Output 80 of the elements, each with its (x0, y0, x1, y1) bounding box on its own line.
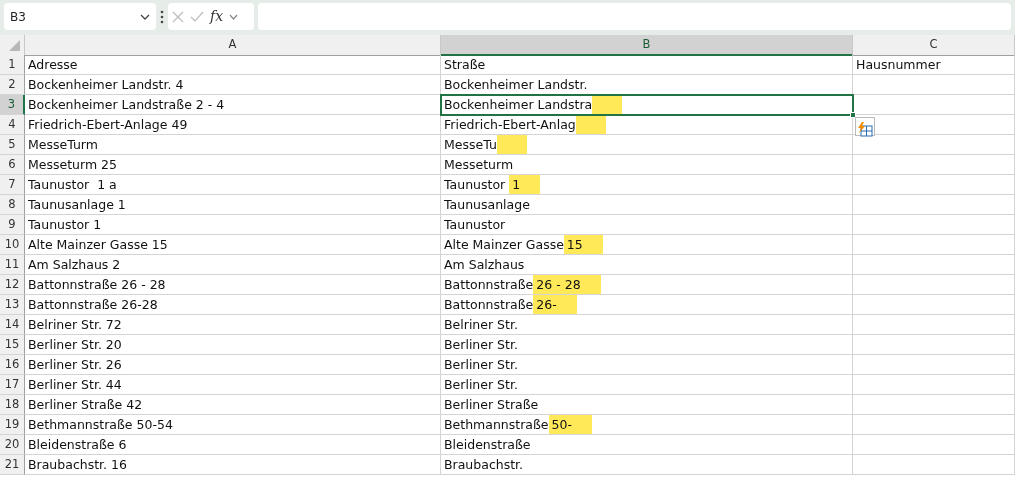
row-header[interactable]: 14 (0, 315, 25, 335)
table-cell: Messeturm (441, 155, 853, 175)
fill-handle[interactable] (850, 112, 856, 118)
table-cell: Hausnummer (853, 55, 1015, 75)
row-header[interactable]: 1 (0, 55, 25, 75)
flash-fill-preview: 50- (548, 415, 592, 434)
row-header[interactable]: 10 (0, 235, 25, 255)
table-cell: Bockenheimer Landstraße 2 - 4 (25, 95, 441, 115)
flash-fill-preview: 26 - 28 (533, 275, 601, 294)
row-header[interactable]: 3 (0, 95, 25, 115)
row-header[interactable]: 8 (0, 195, 25, 215)
table-cell: Battonnstraße 26 - 28 (441, 275, 853, 295)
row-header[interactable]: 21 (0, 455, 25, 475)
flash-fill-preview: 1 (509, 175, 541, 194)
row-header[interactable]: 17 (0, 375, 25, 395)
table-cell: Friedrich-Ebert-Anlage 49 (25, 115, 441, 135)
more-options-icon[interactable] (160, 9, 164, 24)
table-cell: Berliner Str. 26 (25, 355, 441, 375)
table-cell: Bethmannstraße 50-54 (25, 415, 441, 435)
formula-input[interactable] (258, 3, 1011, 30)
row-header[interactable]: 12 (0, 275, 25, 295)
row-header[interactable]: 7 (0, 175, 25, 195)
table-cell: MesseTurm (25, 135, 441, 155)
table-cell: Messeturm 25 (25, 155, 441, 175)
row-header[interactable]: 16 (0, 355, 25, 375)
table-cell: Bockenheimer Landstr. (441, 75, 853, 95)
table-cell: Braubachstr. 16 (25, 455, 441, 475)
flash-fill-options-button[interactable] (855, 117, 875, 136)
row-header[interactable]: 2 (0, 75, 25, 95)
table-cell: Battonnstraße 26-28 (25, 295, 441, 315)
table-cell: Berliner Straße 42 (25, 395, 441, 415)
table-cell: Taunustor 1 (441, 175, 853, 195)
table-cell: Am Salzhaus 2 (25, 255, 441, 275)
row-header[interactable]: 19 (0, 415, 25, 435)
table-cell: Belriner Str. 72 (25, 315, 441, 335)
table-cell: Bleidenstraße (441, 435, 853, 455)
table-cell: Friedrich-Ebert-Anlag (441, 115, 853, 135)
table-cell: Berliner Str. (441, 335, 853, 355)
table-cell: Bethmannstraße 50- (441, 415, 853, 435)
column-header[interactable]: B (441, 35, 853, 56)
table-cell: Taunusanlage 1 (25, 195, 441, 215)
row-header[interactable]: 15 (0, 335, 25, 355)
table-cell: Taunustor 1 a (25, 175, 441, 195)
column-header[interactable]: C (853, 35, 1015, 56)
table-cell: Alte Mainzer Gasse 15 (25, 235, 441, 255)
table-cell: Battonnstraße 26- (441, 295, 853, 315)
table-cell: Berliner Str. (441, 375, 853, 395)
table-cell: Berliner Str. 20 (25, 335, 441, 355)
table-cell: Bockenheimer Landstra (441, 95, 853, 115)
table-cell: Taunustor 1 (25, 215, 441, 235)
table-cell: Berliner Straße (441, 395, 853, 415)
table-cell: Bockenheimer Landstr. 4 (25, 75, 441, 95)
column-header[interactable]: A (25, 35, 441, 56)
row-header[interactable]: 18 (0, 395, 25, 415)
row-header[interactable]: 6 (0, 155, 25, 175)
flash-fill-preview: 26- (533, 295, 577, 314)
row-header[interactable]: 4 (0, 115, 25, 135)
table-cell: Taunusanlage (441, 195, 853, 215)
chevron-down-icon[interactable] (140, 13, 150, 20)
table-cell: Battonnstraße 26 - 28 (25, 275, 441, 295)
table-cell: Berliner Str. (441, 355, 853, 375)
row-header[interactable]: 5 (0, 135, 25, 155)
row-header[interactable]: 20 (0, 435, 25, 455)
row-header[interactable]: 11 (0, 255, 25, 275)
table-cell: Braubachstr. (441, 455, 853, 475)
table-cell: Straße (441, 55, 853, 75)
check-icon[interactable] (190, 10, 204, 23)
table-cell: Alte Mainzer Gasse 15 (441, 235, 853, 255)
flash-fill-preview: 15 (563, 235, 603, 254)
name-box[interactable]: B3 (4, 3, 156, 30)
flash-fill-icon[interactable] (857, 122, 873, 137)
table-cell: Berliner Str. 44 (25, 375, 441, 395)
insert-function-button[interactable]: fx (210, 6, 224, 27)
table-cell: Bleidenstraße 6 (25, 435, 441, 455)
table-cell: Taunustor (441, 215, 853, 235)
table-cell: Adresse (25, 55, 441, 75)
row-header[interactable]: 9 (0, 215, 25, 235)
table-cell: Belriner Str. (441, 315, 853, 335)
table-cell: MesseTu (441, 135, 853, 155)
row-header[interactable]: 13 (0, 295, 25, 315)
